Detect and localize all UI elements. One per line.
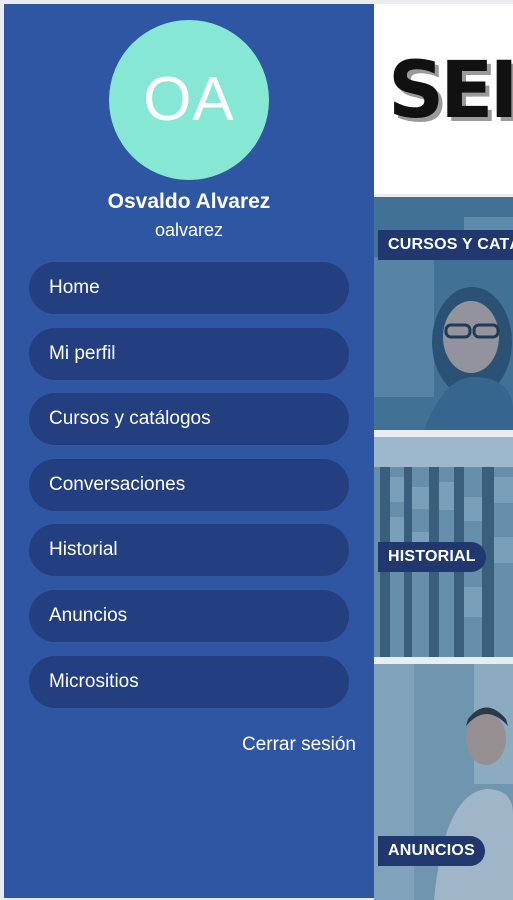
menu-item-mi-perfil[interactable]: Mi perfil [29,327,349,380]
navigation-drawer: OA Osvaldo Alvarez oalvarez Home Mi perf… [4,4,374,898]
menu-item-conversaciones[interactable]: Conversaciones [29,458,349,511]
menu-item-historial[interactable]: Historial [29,524,349,577]
menu-item-anuncios[interactable]: Anuncios [29,589,349,642]
tile-historial[interactable]: HISTORIAL [374,437,513,657]
username: oalvarez [154,220,224,240]
tile-label-historial: HISTORIAL [378,542,486,572]
menu-item-cursos-catalogos[interactable]: Cursos y catálogos [29,393,349,446]
drawer-menu: Home Mi perfil Cursos y catálogos Conver… [29,262,349,721]
user-name: Osvaldo Alvarez [107,190,271,213]
menu-item-home[interactable]: Home [29,262,349,314]
hero-title: SEI [388,46,513,136]
tile-anuncios[interactable]: ANUNCIOS [374,664,513,900]
tile-label-cursos: CURSOS Y CATÁLOGOS [378,230,513,260]
hero-banner: SEI [374,4,513,194]
logout-link[interactable]: Cerrar sesión [242,734,356,756]
menu-item-micrositios[interactable]: Micrositios [29,655,349,708]
tile-label-anuncios: ANUNCIOS [378,836,485,866]
avatar[interactable]: OA [109,20,269,180]
tile-cursos[interactable]: CURSOS Y CATÁLOGOS [374,197,513,430]
